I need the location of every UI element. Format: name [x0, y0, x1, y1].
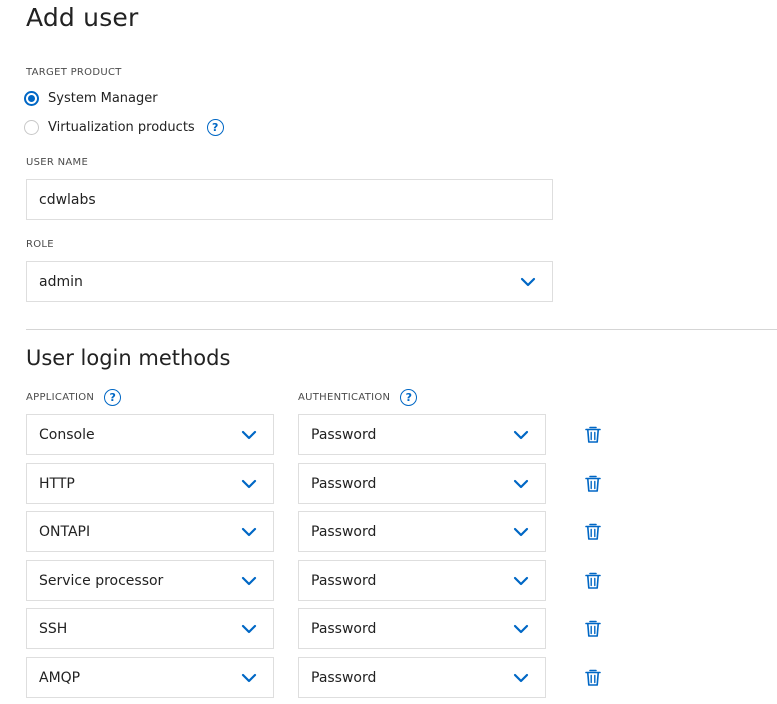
chevron-down-icon: [241, 430, 257, 439]
authentication-select[interactable]: Password: [298, 414, 546, 455]
trash-icon[interactable]: [584, 425, 602, 444]
role-select[interactable]: admin: [26, 261, 553, 302]
page-title: Add user: [26, 3, 139, 32]
authentication-value: Password: [311, 572, 377, 589]
application-value: AMQP: [39, 669, 81, 686]
authentication-select[interactable]: Password: [298, 657, 546, 698]
authentication-column-header: AUTHENTICATION ?: [298, 389, 418, 406]
radio-virtualization-products[interactable]: Virtualization products ?: [24, 119, 224, 136]
chevron-down-icon: [513, 624, 529, 633]
authentication-select[interactable]: Password: [298, 463, 546, 504]
target-product-label: TARGET PRODUCT: [26, 67, 122, 78]
authentication-select[interactable]: Password: [298, 511, 546, 552]
trash-icon[interactable]: [584, 619, 602, 638]
trash-icon[interactable]: [584, 474, 602, 493]
radio-label: System Manager: [48, 91, 158, 106]
application-select[interactable]: Console: [26, 414, 274, 455]
role-value: admin: [39, 273, 83, 290]
radio-button[interactable]: [24, 120, 39, 135]
application-value: Service processor: [39, 572, 164, 589]
chevron-down-icon: [513, 527, 529, 536]
authentication-value: Password: [311, 426, 377, 443]
application-column-header: APPLICATION ?: [26, 389, 122, 406]
application-select[interactable]: ONTAPI: [26, 511, 274, 552]
radio-system-manager[interactable]: System Manager: [24, 91, 158, 106]
chevron-down-icon: [520, 277, 536, 286]
authentication-header-label: AUTHENTICATION: [298, 392, 391, 403]
authentication-value: Password: [311, 620, 377, 637]
authentication-value: Password: [311, 669, 377, 686]
user-name-value: cdwlabs: [39, 191, 96, 208]
trash-icon[interactable]: [584, 571, 602, 590]
chevron-down-icon: [241, 479, 257, 488]
chevron-down-icon: [513, 673, 529, 682]
user-name-input[interactable]: cdwlabs: [26, 179, 553, 220]
application-select[interactable]: SSH: [26, 608, 274, 649]
application-value: Console: [39, 426, 95, 443]
application-select[interactable]: HTTP: [26, 463, 274, 504]
radio-label: Virtualization products: [48, 120, 195, 135]
section-divider: [26, 329, 777, 330]
authentication-select[interactable]: Password: [298, 608, 546, 649]
application-header-label: APPLICATION: [26, 392, 95, 403]
application-value: ONTAPI: [39, 523, 91, 540]
trash-icon[interactable]: [584, 668, 602, 687]
chevron-down-icon: [513, 479, 529, 488]
trash-icon[interactable]: [584, 522, 602, 541]
login-methods-title: User login methods: [26, 346, 231, 370]
question-circle-icon[interactable]: ?: [104, 389, 122, 406]
authentication-value: Password: [311, 523, 377, 540]
chevron-down-icon: [513, 430, 529, 439]
role-label: ROLE: [26, 239, 54, 250]
application-value: SSH: [39, 620, 68, 637]
application-select[interactable]: Service processor: [26, 560, 274, 601]
add-user-page: Add user TARGET PRODUCT System Manager V…: [0, 0, 777, 704]
user-name-label: USER NAME: [26, 157, 89, 168]
authentication-select[interactable]: Password: [298, 560, 546, 601]
chevron-down-icon: [241, 576, 257, 585]
chevron-down-icon: [513, 576, 529, 585]
question-circle-icon[interactable]: ?: [400, 389, 418, 406]
radio-button-checked[interactable]: [24, 91, 39, 106]
chevron-down-icon: [241, 624, 257, 633]
chevron-down-icon: [241, 527, 257, 536]
chevron-down-icon: [241, 673, 257, 682]
authentication-value: Password: [311, 475, 377, 492]
question-circle-icon[interactable]: ?: [206, 119, 224, 136]
application-select[interactable]: AMQP: [26, 657, 274, 698]
application-value: HTTP: [39, 475, 75, 492]
